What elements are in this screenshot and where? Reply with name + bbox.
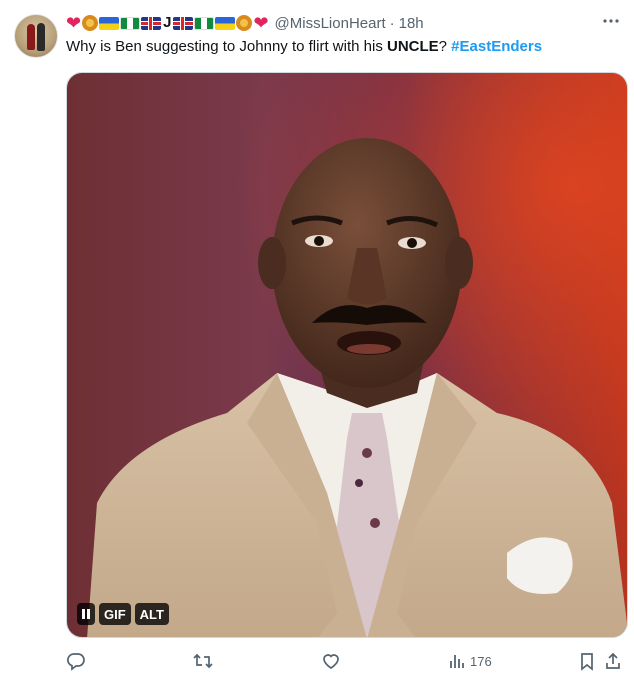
reply-icon	[67, 653, 85, 671]
tweet-text-mid: ?	[438, 38, 452, 55]
display-name-letter: J	[163, 14, 172, 31]
heart-emoji: ❤	[66, 13, 82, 33]
nigeria-flag-emoji	[120, 16, 141, 30]
uk-flag-emoji	[173, 16, 194, 30]
timestamp[interactable]: 18h	[399, 15, 424, 32]
alt-button[interactable]: ALT	[134, 603, 169, 625]
gif-media[interactable]: GIF ALT	[66, 72, 628, 638]
reply-button[interactable]	[66, 648, 86, 674]
uk-flag-emoji	[141, 16, 162, 30]
like-icon	[323, 654, 339, 669]
pause-button[interactable]	[77, 603, 95, 625]
gif-frame	[67, 73, 627, 637]
ukraine-flag-emoji	[215, 16, 236, 30]
views-icon	[450, 655, 464, 668]
tweet[interactable]: ❤ J ❤ @MissLionHeart · 18h Why is Ben su…	[0, 0, 634, 697]
retweet-button[interactable]	[192, 648, 214, 674]
tweet-text-prefix: Why is Ben suggesting to Johnny to flirt…	[66, 38, 387, 55]
share-button[interactable]	[604, 648, 622, 674]
heart-emoji: ❤	[253, 13, 269, 33]
handle[interactable]: @MissLionHeart	[275, 15, 386, 32]
bookmark-icon	[581, 653, 593, 671]
display-name[interactable]: ❤ J ❤	[66, 14, 269, 32]
views-count: 176	[470, 653, 492, 669]
more-icon[interactable]	[600, 10, 622, 32]
ukraine-flag-emoji	[99, 16, 120, 30]
views-button[interactable]: 176	[448, 648, 492, 674]
separator-dot: ·	[389, 14, 395, 32]
avatar[interactable]	[14, 14, 58, 58]
tweet-header: ❤ J ❤ @MissLionHeart · 18h	[66, 12, 424, 34]
like-button[interactable]	[320, 648, 342, 674]
tweet-text: Why is Ben suggesting to Johnny to flirt…	[66, 36, 542, 58]
lion-emoji	[82, 15, 99, 31]
action-bar: 176	[66, 648, 622, 674]
bookmark-button[interactable]	[578, 648, 596, 674]
lion-emoji	[236, 15, 253, 31]
hashtag-link[interactable]: #EastEnders	[451, 38, 542, 55]
tweet-text-bold: UNCLE	[386, 38, 439, 55]
share-icon	[606, 652, 620, 669]
nigeria-flag-emoji	[194, 16, 215, 30]
gif-controls: GIF ALT	[77, 603, 169, 625]
gif-badge: GIF	[99, 603, 131, 625]
retweet-icon	[193, 653, 213, 669]
pause-icon	[82, 609, 90, 619]
